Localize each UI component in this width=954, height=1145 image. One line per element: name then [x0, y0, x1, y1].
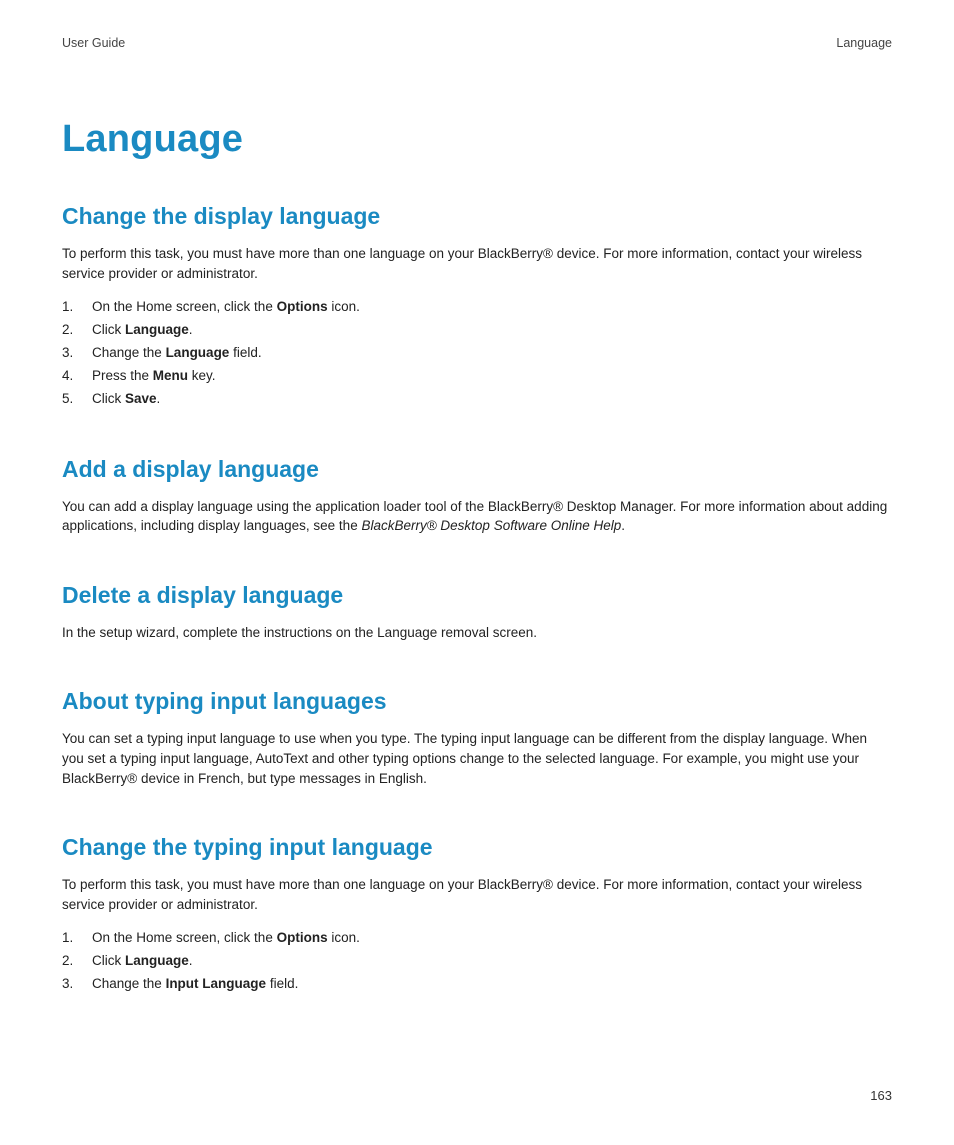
step-item: 2. Click Language. — [62, 320, 892, 341]
section-intro: To perform this task, you must have more… — [62, 875, 892, 914]
step-item: 3. Change the Input Language field. — [62, 974, 892, 995]
section-about-typing-input: About typing input languages You can set… — [62, 688, 892, 788]
page-title: Language — [62, 118, 892, 161]
step-item: 2. Click Language. — [62, 951, 892, 972]
step-list: 1. On the Home screen, click the Options… — [62, 928, 892, 995]
step-text: On the Home screen, click the Options ic… — [92, 928, 360, 949]
step-item: 1. On the Home screen, click the Options… — [62, 297, 892, 318]
section-change-typing-input: Change the typing input language To perf… — [62, 834, 892, 995]
step-text: Change the Language field. — [92, 343, 262, 364]
step-text: Change the Input Language field. — [92, 974, 298, 995]
step-item: 4. Press the Menu key. — [62, 366, 892, 387]
step-number: 1. — [62, 297, 92, 318]
section-heading: Change the display language — [62, 203, 892, 230]
step-item: 5. Click Save. — [62, 389, 892, 410]
step-number: 1. — [62, 928, 92, 949]
step-number: 5. — [62, 389, 92, 410]
section-intro: In the setup wizard, complete the instru… — [62, 623, 892, 643]
step-number: 3. — [62, 343, 92, 364]
page-number: 163 — [870, 1088, 892, 1103]
step-number: 4. — [62, 366, 92, 387]
step-number: 2. — [62, 320, 92, 341]
section-intro: To perform this task, you must have more… — [62, 244, 892, 283]
header-left: User Guide — [62, 36, 125, 50]
section-heading: Delete a display language — [62, 582, 892, 609]
step-text: Click Save. — [92, 389, 160, 410]
step-text: Click Language. — [92, 951, 193, 972]
header-right: Language — [836, 36, 892, 50]
document-page: User Guide Language Language Change the … — [0, 0, 954, 1145]
step-text: Press the Menu key. — [92, 366, 216, 387]
section-intro: You can set a typing input language to u… — [62, 729, 892, 788]
step-list: 1. On the Home screen, click the Options… — [62, 297, 892, 410]
step-number: 3. — [62, 974, 92, 995]
step-text: On the Home screen, click the Options ic… — [92, 297, 360, 318]
section-heading: Change the typing input language — [62, 834, 892, 861]
section-delete-display-language: Delete a display language In the setup w… — [62, 582, 892, 643]
step-item: 3. Change the Language field. — [62, 343, 892, 364]
running-header: User Guide Language — [62, 36, 892, 50]
section-heading: About typing input languages — [62, 688, 892, 715]
step-item: 1. On the Home screen, click the Options… — [62, 928, 892, 949]
step-number: 2. — [62, 951, 92, 972]
step-text: Click Language. — [92, 320, 193, 341]
section-change-display-language: Change the display language To perform t… — [62, 203, 892, 410]
section-intro: You can add a display language using the… — [62, 497, 892, 536]
section-add-display-language: Add a display language You can add a dis… — [62, 456, 892, 536]
section-heading: Add a display language — [62, 456, 892, 483]
